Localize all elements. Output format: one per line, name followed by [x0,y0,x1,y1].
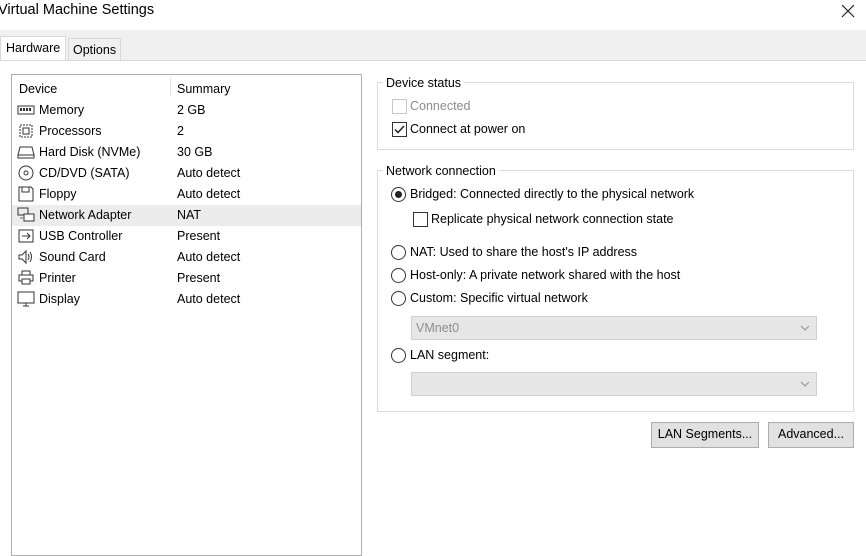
device-summary: Auto detect [177,166,241,180]
lan-segment-label: LAN segment: [410,348,490,362]
network-adapter-icon [17,207,35,222]
device-name: CD/DVD (SATA) [39,166,130,180]
bridged-radio[interactable] [391,187,406,202]
device-row-cd-dvd[interactable]: CD/DVD (SATA) Auto detect [12,163,361,184]
device-summary: 30 GB [177,145,213,159]
device-name: Network Adapter [39,208,132,222]
lan-segment-radio[interactable] [391,348,406,363]
device-name: Hard Disk (NVMe) [39,145,141,159]
host-only-radio[interactable] [391,268,406,283]
device-summary: 2 [177,124,184,138]
nat-label: NAT: Used to share the host's IP address [410,245,638,259]
hard-disk-icon [17,146,35,159]
nat-radio[interactable] [391,245,406,260]
device-row-printer[interactable]: Printer Present [12,268,361,289]
device-name: Display [39,292,80,306]
cd-dvd-icon [18,165,34,181]
lan-segment-select[interactable] [411,372,817,396]
device-name: Floppy [39,187,77,201]
device-summary: Present [177,271,221,285]
device-row-memory[interactable]: Memory 2 GB [12,100,361,121]
bridged-label: Bridged: Connected directly to the physi… [410,187,695,201]
connect-at-power-on-checkbox[interactable] [392,122,407,137]
device-row-floppy[interactable]: Floppy Auto detect [12,184,361,205]
device-name: USB Controller [39,229,123,243]
connected-label: Connected [410,99,471,113]
radio-selected-dot [395,191,402,198]
usb-icon [18,229,34,243]
connected-checkbox[interactable] [392,99,407,114]
device-summary: Present [177,229,221,243]
device-row-usb-controller[interactable]: USB Controller Present [12,226,361,247]
device-row-hard-disk[interactable]: Hard Disk (NVMe) 30 GB [12,142,361,163]
device-row-display[interactable]: Display Auto detect [12,289,361,310]
device-name: Memory [39,103,85,117]
device-status-title: Device status [383,76,465,90]
window-title: Virtual Machine Settings [0,2,155,18]
device-summary: Auto detect [177,250,241,264]
chevron-down-icon [800,325,810,331]
tab-strip [0,30,866,60]
device-list-header: Device Summary [12,75,361,99]
memory-icon [17,105,35,115]
tab-options[interactable]: Options [68,38,122,61]
network-connection-title: Network connection [383,164,499,178]
column-header-summary[interactable]: Summary [177,82,230,96]
device-row-sound-card[interactable]: Sound Card Auto detect [12,247,361,268]
connect-at-power-on-label: Connect at power on [410,122,526,136]
host-only-label: Host-only: A private network shared with… [410,268,681,282]
device-summary: Auto detect [177,292,241,306]
floppy-icon [18,186,34,202]
device-status-group [377,82,854,150]
tab-panel-border [0,60,866,61]
custom-label: Custom: Specific virtual network [410,291,588,305]
device-name: Printer [39,271,76,285]
close-button[interactable] [838,0,858,22]
processor-icon [19,124,33,138]
checkmark-icon [394,125,405,134]
replicate-state-checkbox[interactable] [413,212,428,227]
display-icon [17,291,35,307]
device-summary: NAT [177,208,202,222]
column-separator[interactable] [170,77,171,97]
close-icon [841,4,855,18]
title-bar: Virtual Machine Settings [0,0,866,28]
custom-network-value: VMnet0 [416,321,460,335]
advanced-button[interactable]: Advanced... [768,422,854,448]
column-header-device[interactable]: Device [19,82,57,96]
device-summary: Auto detect [177,187,241,201]
device-name: Processors [39,124,102,138]
tab-hardware[interactable]: Hardware [0,36,67,61]
printer-icon [18,270,34,285]
custom-radio[interactable] [391,291,406,306]
device-list[interactable]: Device Summary Memory 2 GB Processors 2 … [11,74,362,556]
device-row-network-adapter[interactable]: Network Adapter NAT [12,205,361,226]
custom-network-select[interactable]: VMnet0 [411,316,817,340]
device-summary: 2 GB [177,103,206,117]
speaker-icon [18,249,32,265]
replicate-state-label: Replicate physical network connection st… [431,212,674,226]
device-row-processors[interactable]: Processors 2 [12,121,361,142]
lan-segments-button[interactable]: LAN Segments... [651,422,759,448]
chevron-down-icon [800,381,810,387]
device-name: Sound Card [39,250,106,264]
